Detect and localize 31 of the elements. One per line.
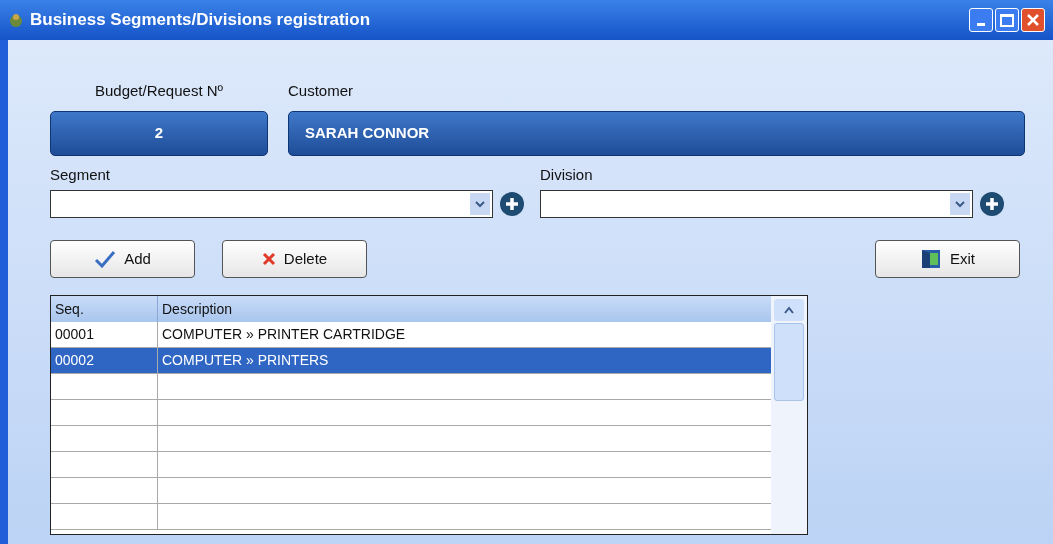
table-cell: 00001	[51, 322, 158, 347]
division-dropdown[interactable]	[540, 190, 973, 218]
table-row[interactable]: 00002 COMPUTER » PRINTERS	[51, 348, 771, 374]
add-icon[interactable]	[499, 191, 525, 217]
minimize-button[interactable]	[969, 8, 993, 32]
exit-button[interactable]: Exit	[875, 240, 1020, 278]
segment-dropdown[interactable]	[50, 190, 493, 218]
app-icon	[8, 12, 24, 28]
table-row[interactable]: 00001 COMPUTER » PRINTER CARTRIDGE	[51, 322, 771, 348]
check-icon	[94, 250, 117, 268]
segment-label: Segment	[50, 164, 112, 185]
table-cell-text: COMPUTER » PRINTER CARTRIDGE	[161, 325, 407, 344]
customer-field[interactable]: SARAH CONNOR	[288, 110, 1025, 156]
customer-label: Customer	[288, 81, 355, 101]
add-button[interactable]: Add	[50, 240, 195, 278]
maximize-button[interactable]	[995, 8, 1019, 32]
delete-button[interactable]: Delete	[222, 240, 367, 278]
window-title: Business Segments/Divisions registration	[30, 9, 371, 32]
table-cell-text: COMPUTER » PRINTERS	[161, 351, 330, 370]
budget-number-field[interactable]: 2	[50, 110, 268, 156]
scroll-up-icon[interactable]	[783, 306, 795, 314]
budget-label: Budget/Request Nº	[93, 81, 225, 101]
door-icon	[920, 249, 942, 269]
scrollbar[interactable]	[771, 296, 807, 534]
close-button[interactable]	[1021, 8, 1045, 32]
cross-icon	[261, 252, 276, 266]
column-header[interactable]: Description	[158, 296, 771, 322]
table-cell: 00002	[51, 348, 158, 373]
close-icon[interactable]	[1026, 13, 1040, 27]
division-label: Division	[540, 164, 594, 185]
add-icon[interactable]	[979, 191, 1005, 217]
